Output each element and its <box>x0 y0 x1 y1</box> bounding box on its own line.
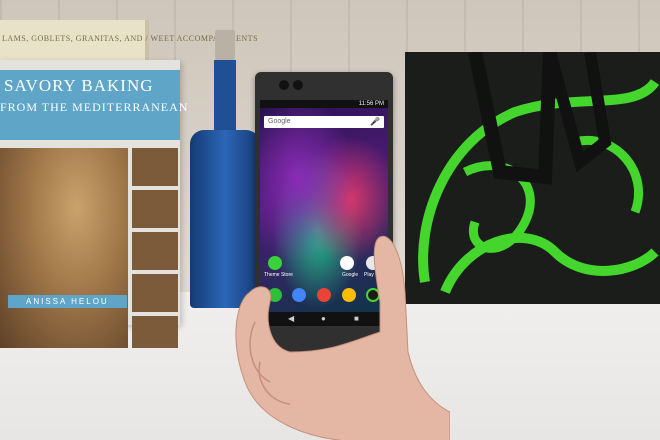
bottle-neck <box>214 60 236 140</box>
cookbook-subtitle: FROM THE MEDITERRANEAN <box>0 100 189 114</box>
thumbnail-strip <box>132 148 178 348</box>
photo-scene: LAMS, GOBLETS, GRANITAS, AND / WEET ACCO… <box>0 0 660 440</box>
cookbook-title: SAVORY BAKING <box>4 76 154 95</box>
front-sensor-icon <box>293 80 303 90</box>
google-search-label: Google <box>268 118 291 125</box>
cookbook: SAVORY BAKING FROM THE MEDITERRANEAN ANI… <box>0 60 187 348</box>
front-camera-icon <box>279 80 289 90</box>
google-search-bar[interactable]: Google 🎤 <box>264 116 384 128</box>
bottle-cap <box>215 30 235 60</box>
cookbook-author: ANISSA HELOU <box>8 295 127 308</box>
hand <box>235 235 450 440</box>
status-bar: 11:56 PM <box>260 100 388 108</box>
mic-icon[interactable]: 🎤 <box>370 116 380 128</box>
status-time: 11:56 PM <box>358 101 384 107</box>
bread-photo <box>0 148 128 348</box>
